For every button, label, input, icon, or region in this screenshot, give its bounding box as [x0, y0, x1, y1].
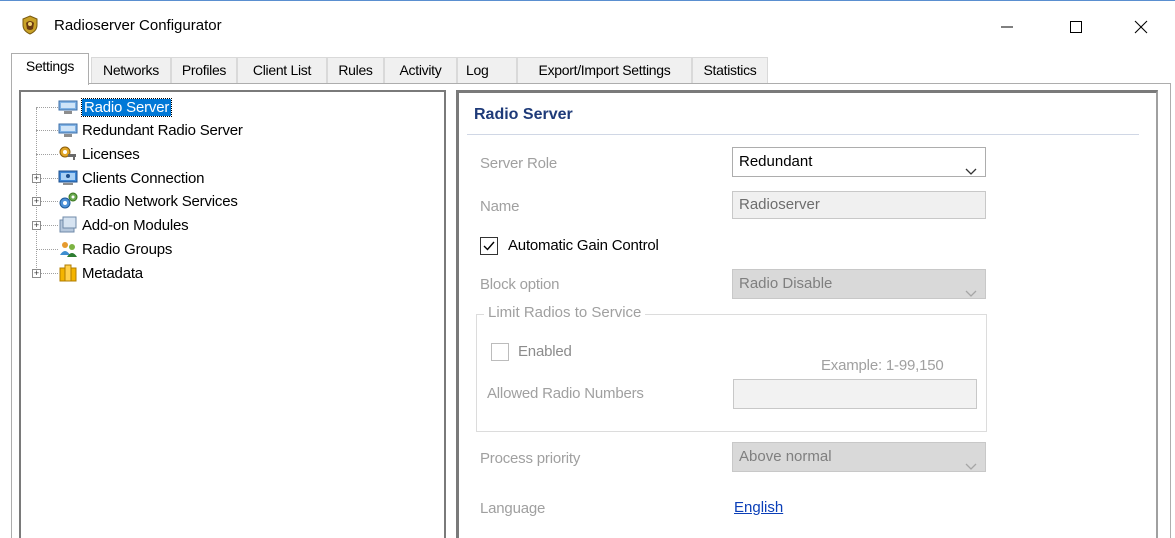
allowed-radio-numbers-field[interactable]: [733, 379, 977, 409]
tree-item-redundant-radio-server[interactable]: Redundant Radio Server: [58, 120, 243, 140]
tree-item-label: Metadata: [82, 264, 143, 282]
tree-expander[interactable]: +: [32, 197, 41, 206]
tree-item-label: Licenses: [82, 145, 140, 163]
close-icon: [1134, 20, 1148, 34]
block-option-value: Radio Disable: [739, 275, 833, 292]
maximize-button[interactable]: [1053, 1, 1099, 53]
tree-item-label: Clients Connection: [82, 169, 205, 187]
tab-statistics[interactable]: Statistics: [692, 57, 768, 83]
modules-icon: [58, 216, 78, 234]
tree-connector: [36, 249, 58, 250]
block-option-label: Block option: [480, 276, 560, 293]
tab-rules[interactable]: Rules: [327, 57, 384, 83]
tab-export-import-settings[interactable]: Export/Import Settings: [517, 57, 692, 83]
maximize-icon: [1069, 20, 1083, 34]
metadata-icon: [58, 264, 78, 282]
section-title: Radio Server: [474, 106, 573, 123]
tree-item-clients-connection[interactable]: Clients Connection: [58, 168, 205, 188]
limit-radios-legend: Limit Radios to Service: [484, 304, 646, 321]
minimize-icon: [1000, 20, 1014, 34]
enabled-label: Enabled: [518, 343, 572, 360]
tree-item-label: Add-on Modules: [82, 216, 189, 234]
agc-label: Automatic Gain Control: [508, 237, 659, 254]
tree-item-add-on-modules[interactable]: Add-on Modules: [58, 215, 189, 235]
window-title: Radioserver Configurator: [54, 17, 222, 34]
process-priority-label: Process priority: [480, 450, 581, 467]
tree-item-label: Redundant Radio Server: [82, 121, 243, 139]
close-button[interactable]: [1118, 1, 1164, 53]
enabled-checkbox[interactable]: [491, 343, 509, 361]
checkmark-icon: [481, 241, 497, 257]
network-icon: [58, 169, 78, 187]
chevron-down-icon: [965, 280, 977, 308]
tree-item-metadata[interactable]: Metadata: [58, 263, 143, 283]
tab-client-list[interactable]: Client List: [237, 57, 327, 83]
tree-expander[interactable]: +: [32, 269, 41, 278]
minimize-button[interactable]: [984, 1, 1030, 53]
name-label: Name: [480, 198, 520, 215]
tab-networks[interactable]: Networks: [91, 57, 171, 83]
tree-connector: [36, 107, 58, 108]
users-icon: [58, 240, 78, 258]
name-field[interactable]: Radioserver: [732, 191, 986, 219]
allowed-radio-numbers-label: Allowed Radio Numbers: [487, 385, 644, 402]
key-icon: [58, 145, 78, 163]
title-bar: Radioserver Configurator: [0, 0, 1175, 52]
process-priority-select[interactable]: Above normal: [732, 442, 986, 472]
tree-expander[interactable]: +: [32, 221, 41, 230]
gear-network-icon: [58, 192, 78, 210]
server-role-value: Redundant: [739, 153, 813, 170]
app-logo-icon: [20, 15, 40, 35]
language-link[interactable]: English: [734, 499, 783, 516]
tree-item-radio-server[interactable]: Radio Server: [58, 97, 173, 117]
example-hint: Example: 1-99,150: [821, 357, 944, 374]
agc-checkbox[interactable]: [480, 237, 498, 255]
tab-profiles[interactable]: Profiles: [171, 57, 237, 83]
language-label: Language: [480, 500, 546, 517]
tree-item-radio-network-services[interactable]: Radio Network Services: [58, 191, 238, 211]
tree-item-licenses[interactable]: Licenses: [58, 144, 140, 164]
process-priority-value: Above normal: [739, 448, 832, 465]
block-option-select[interactable]: Radio Disable: [732, 269, 986, 299]
tab-settings[interactable]: Settings: [11, 53, 89, 85]
chevron-down-icon: [965, 158, 977, 186]
server-icon: [58, 121, 78, 139]
tree-item-label: Radio Server: [80, 97, 173, 117]
server-role-label: Server Role: [480, 155, 557, 172]
server-role-select[interactable]: Redundant: [732, 147, 986, 177]
tree-connector: [36, 130, 58, 131]
section-divider: [467, 134, 1139, 135]
tree-expander[interactable]: +: [32, 174, 41, 183]
tab-activity[interactable]: Activity: [384, 57, 457, 83]
tree-item-label: Radio Network Services: [82, 192, 238, 210]
tree-item-radio-groups[interactable]: Radio Groups: [58, 239, 172, 259]
tree-item-label: Radio Groups: [82, 240, 173, 258]
tree-connector: [36, 154, 58, 155]
server-icon: [58, 98, 78, 116]
chevron-down-icon: [965, 453, 977, 481]
tab-log[interactable]: Log: [457, 57, 517, 83]
